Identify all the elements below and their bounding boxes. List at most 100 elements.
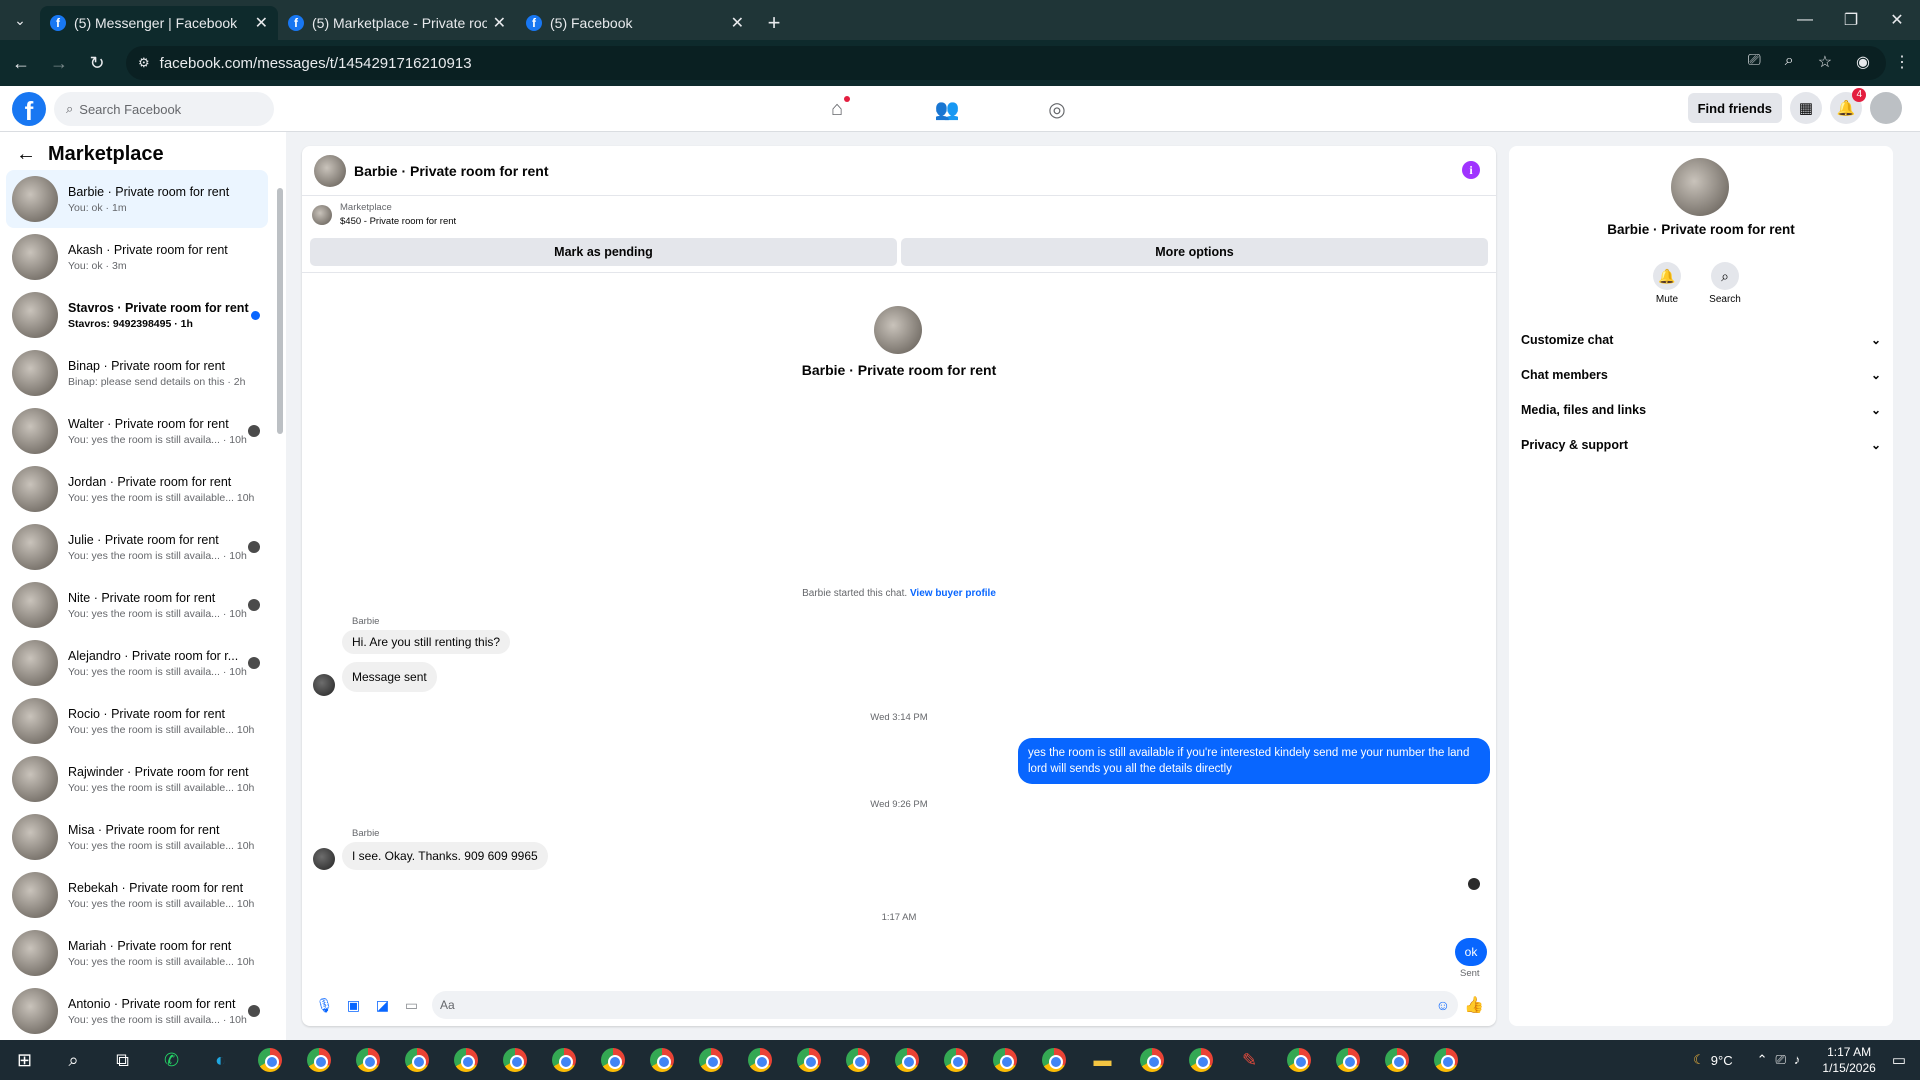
chrome-icon[interactable] <box>1323 1040 1372 1080</box>
reload-icon[interactable]: ↻ <box>80 53 114 74</box>
search-in-chat-button[interactable]: ⌕ Search <box>1707 262 1743 305</box>
chrome-icon[interactable] <box>588 1040 637 1080</box>
chrome-icon[interactable] <box>294 1040 343 1080</box>
sender-avatar[interactable] <box>313 848 335 870</box>
mark-as-pending-button[interactable]: Mark as pending <box>310 238 897 266</box>
browser-menu-icon[interactable]: ⋮ <box>1894 52 1910 72</box>
groups-icon[interactable]: ◎ <box>1040 94 1074 124</box>
chrome-icon[interactable] <box>980 1040 1029 1080</box>
attach-photo-icon[interactable]: ▣ <box>339 997 368 1014</box>
chrome-icon[interactable] <box>1176 1040 1225 1080</box>
conversation-item[interactable]: Antonio · Private room for rent You: yes … <box>6 982 268 1040</box>
url-text[interactable]: facebook.com/messages/t/1454291716210913 <box>160 55 1874 72</box>
outgoing-message[interactable]: yes the room is still available if you'r… <box>1018 738 1490 784</box>
close-tab-icon[interactable]: ✕ <box>255 13 268 33</box>
menu-grid-icon[interactable]: ▦ <box>1790 92 1822 124</box>
browser-tab-marketplace[interactable]: f (5) Marketplace - Private room ✕ <box>278 6 516 40</box>
conversation-item[interactable]: Stavros · Private room for rent Stavros: … <box>6 286 268 344</box>
chat-title[interactable]: Barbie · Private room for rent <box>354 163 549 179</box>
conversation-item[interactable]: Nite · Private room for rent You: yes the… <box>6 576 268 634</box>
view-buyer-profile-link[interactable]: View buyer profile <box>910 588 996 599</box>
install-app-icon[interactable]: ⎚ <box>1748 52 1761 72</box>
sticker-icon[interactable]: ◪ <box>368 997 397 1014</box>
customize-chat-section[interactable]: Customize chat ⌄ <box>1521 322 1881 357</box>
close-window-icon[interactable]: ✕ <box>1874 0 1920 40</box>
chrome-icon[interactable] <box>392 1040 441 1080</box>
gif-icon[interactable]: ▭ <box>397 997 426 1014</box>
conversation-item[interactable]: Rocio · Private room for rent You: yes th… <box>6 692 268 750</box>
chat-members-section[interactable]: Chat members ⌄ <box>1521 357 1881 392</box>
chrome-icon[interactable] <box>882 1040 931 1080</box>
chrome-icon[interactable] <box>343 1040 392 1080</box>
microphone-icon[interactable]: 🎙 <box>310 997 339 1014</box>
search-icon[interactable]: ⌕ <box>49 1040 98 1080</box>
conversation-item[interactable]: Julie · Private room for rent You: yes th… <box>6 518 268 576</box>
marketplace-listing[interactable]: Marketplace $450 - Private room for rent <box>312 202 456 227</box>
bookmark-star-icon[interactable]: ☆ <box>1818 52 1832 72</box>
chrome-icon[interactable] <box>441 1040 490 1080</box>
tab-search-icon[interactable]: ⌄ <box>0 0 40 40</box>
minimize-icon[interactable]: — <box>1782 0 1828 40</box>
sender-avatar[interactable] <box>313 674 335 696</box>
find-friends-button[interactable]: Find friends <box>1687 93 1782 123</box>
chrome-icon[interactable] <box>931 1040 980 1080</box>
conversation-item[interactable]: Misa · Private room for rent You: yes the… <box>6 808 268 866</box>
more-options-button[interactable]: More options <box>901 238 1488 266</box>
app-icon[interactable]: ✎ <box>1225 1040 1274 1080</box>
account-avatar[interactable] <box>1870 92 1902 124</box>
conversation-item[interactable]: Mariah · Private room for rent You: yes t… <box>6 924 268 982</box>
chrome-icon[interactable] <box>539 1040 588 1080</box>
message-input[interactable]: Aa ☺ <box>432 991 1458 1019</box>
chrome-icon[interactable] <box>735 1040 784 1080</box>
tray-icons[interactable]: ⌃⎚♪ <box>1757 1052 1809 1068</box>
task-view-icon[interactable]: ⧉ <box>98 1040 147 1080</box>
friends-icon[interactable]: 👥 <box>930 94 964 124</box>
privacy-support-section[interactable]: Privacy & support ⌄ <box>1521 427 1881 462</box>
chrome-icon[interactable] <box>1127 1040 1176 1080</box>
outgoing-message[interactable]: ok <box>1455 938 1487 966</box>
conversation-item[interactable]: Rajwinder · Private room for rent You: ye… <box>6 750 268 808</box>
clock[interactable]: 1:17 AM 1/15/2026 <box>1822 1044 1875 1076</box>
close-tab-icon[interactable]: ✕ <box>731 13 744 33</box>
chrome-icon[interactable] <box>245 1040 294 1080</box>
conversation-item[interactable]: Jordan · Private room for rent You: yes t… <box>6 460 268 518</box>
file-explorer-icon[interactable]: ▬ <box>1078 1040 1127 1080</box>
facebook-search-input[interactable]: ⌕ Search Facebook <box>54 92 274 126</box>
chrome-icon[interactable] <box>833 1040 882 1080</box>
facebook-logo-icon[interactable]: f <box>12 92 46 126</box>
whatsapp-icon[interactable]: ✆ <box>147 1040 196 1080</box>
notification-center-icon[interactable]: ▭ <box>1892 1051 1906 1069</box>
media-files-links-section[interactable]: Media, files and links ⌄ <box>1521 392 1881 427</box>
emoji-icon[interactable]: ☺ <box>1436 997 1450 1013</box>
home-icon[interactable]: ⌂ <box>820 94 854 124</box>
site-info-icon[interactable]: ⚙ <box>138 55 150 71</box>
profile-icon[interactable]: ◉ <box>1856 52 1870 72</box>
close-tab-icon[interactable]: ✕ <box>493 13 506 33</box>
chat-avatar[interactable] <box>314 154 346 187</box>
incoming-message[interactable]: I see. Okay. Thanks. 909 609 9965 <box>342 842 548 870</box>
conversation-item[interactable]: Barbie · Private room for rent You: ok · … <box>6 170 268 228</box>
chrome-icon[interactable] <box>1029 1040 1078 1080</box>
new-tab-button[interactable]: + <box>754 6 794 40</box>
address-bar[interactable]: ⚙ facebook.com/messages/t/14542917162109… <box>126 46 1886 80</box>
incoming-message[interactable]: Hi. Are you still renting this? <box>342 630 511 654</box>
mute-button[interactable]: 🔔 Mute <box>1649 262 1685 305</box>
browser-tab-messenger[interactable]: f (5) Messenger | Facebook ✕ <box>40 6 278 40</box>
chrome-icon[interactable] <box>637 1040 686 1080</box>
chrome-icon[interactable] <box>1274 1040 1323 1080</box>
thumbs-up-icon[interactable]: 👍 <box>1464 995 1488 1015</box>
info-avatar[interactable] <box>1671 158 1729 216</box>
conversation-item[interactable]: Rebekah · Private room for rent You: yes … <box>6 866 268 924</box>
chrome-icon[interactable] <box>1421 1040 1470 1080</box>
conversation-item[interactable]: Walter · Private room for rent You: yes t… <box>6 402 268 460</box>
back-arrow-icon[interactable]: ← <box>16 143 36 166</box>
chrome-icon[interactable] <box>490 1040 539 1080</box>
start-windows-icon[interactable]: ⊞ <box>0 1040 49 1080</box>
conversation-item[interactable]: Binap · Private room for rent Binap: plea… <box>6 344 268 402</box>
incoming-message[interactable]: Message sent <box>342 662 437 692</box>
weather-widget[interactable]: ☾ 9°C <box>1693 1052 1732 1068</box>
conversation-item[interactable]: Alejandro · Private room for r... You: ye… <box>6 634 268 692</box>
browser-tab-facebook[interactable]: f (5) Facebook ✕ <box>516 6 754 40</box>
sidebar-scrollbar[interactable] <box>276 176 284 1036</box>
restore-icon[interactable]: ❐ <box>1828 0 1874 40</box>
